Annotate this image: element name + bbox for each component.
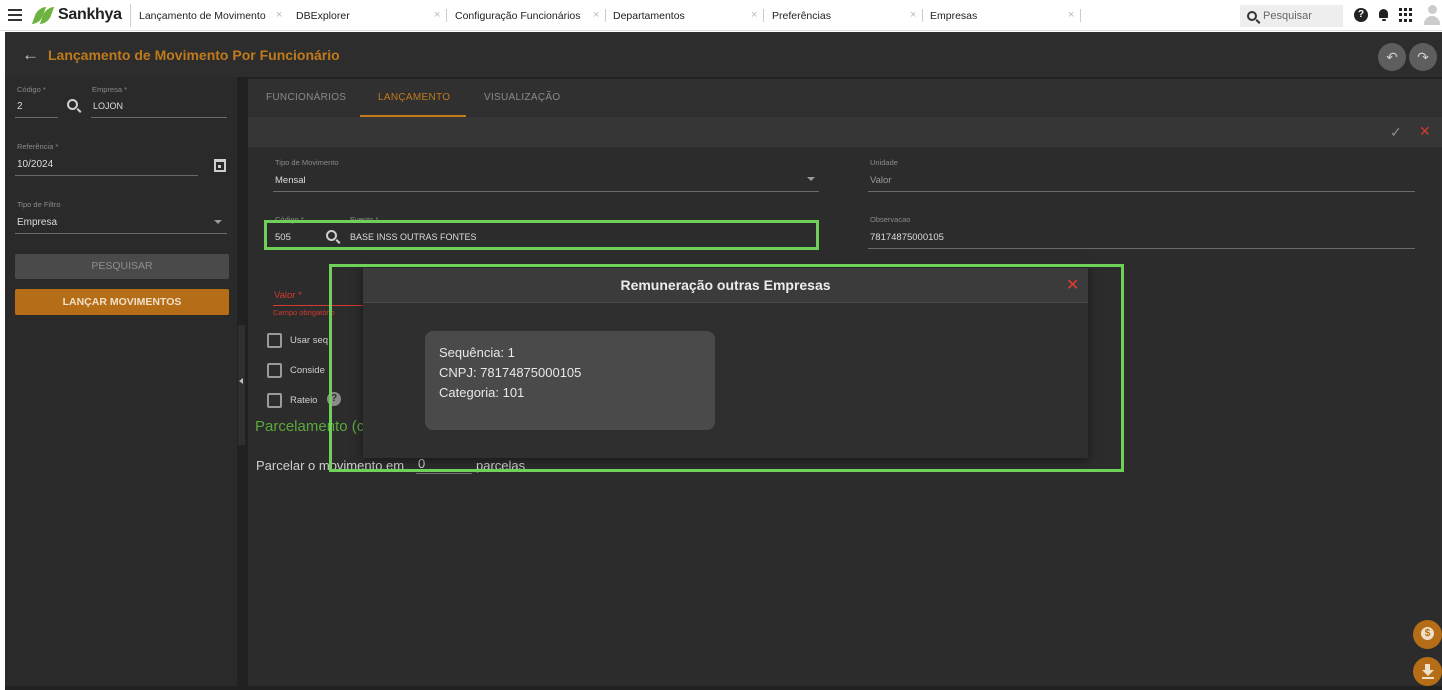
close-icon[interactable]: × xyxy=(751,9,757,21)
tab-label: Empresas xyxy=(930,9,978,22)
codigo-label: Código * xyxy=(17,85,46,94)
empresa-input[interactable]: LOJON xyxy=(93,101,123,111)
valor-error: Campo obrigatório xyxy=(273,308,335,317)
parcelas-label: parcelas xyxy=(476,458,526,473)
logo[interactable]: Sankhya xyxy=(31,6,122,24)
tipo-filtro-underline xyxy=(15,233,227,234)
help-icon[interactable]: ? xyxy=(327,392,341,406)
close-icon[interactable]: × xyxy=(910,9,916,21)
parcelas-input[interactable]: 0 xyxy=(416,456,472,474)
tab-lancamento-movimento[interactable]: Lançamento de Movimento xyxy=(130,4,266,27)
tab-label: Preferências xyxy=(772,9,831,22)
search-icon[interactable] xyxy=(326,230,337,241)
lancar-movimentos-button[interactable]: LANÇAR MOVIMENTOS xyxy=(15,289,229,315)
search-icon xyxy=(1247,11,1257,21)
observacao-underline xyxy=(868,248,1415,249)
empresa-underline xyxy=(91,117,227,118)
unidade-field: Valor xyxy=(870,175,892,186)
tipo-filtro-select[interactable]: Empresa xyxy=(17,217,57,228)
close-icon[interactable]: × xyxy=(1068,9,1074,21)
tab-label: Configuração Funcionários xyxy=(455,9,581,22)
tab-label: DBExplorer xyxy=(296,9,350,22)
tab-preferencias[interactable]: Preferências xyxy=(764,4,831,27)
empresa-label: Empresa * xyxy=(92,85,128,94)
unidade-label: Unidade xyxy=(870,158,898,167)
checkbox-usar-sequencia[interactable] xyxy=(267,333,282,348)
tipo-movimento-underline xyxy=(273,191,819,192)
unidade-underline xyxy=(868,191,1415,192)
sankhya-leaf-icon xyxy=(31,6,55,24)
chevron-down-icon[interactable] xyxy=(807,177,815,181)
tab-lancamento[interactable]: LANÇAMENTO xyxy=(378,92,450,103)
calendar-icon[interactable] xyxy=(214,159,226,172)
back-arrow-icon[interactable]: ← xyxy=(22,46,39,63)
valor-input[interactable] xyxy=(273,305,363,306)
tab-empresas[interactable]: Empresas xyxy=(922,4,977,27)
tab-label: Lançamento de Movimento xyxy=(139,9,266,22)
codigo-input[interactable]: 2 xyxy=(17,101,23,112)
search-placeholder: Pesquisar xyxy=(1263,10,1312,22)
apps-grid-icon[interactable] xyxy=(1399,8,1413,22)
help-icon[interactable]: ? xyxy=(1354,8,1368,22)
top-bar: Sankhya Lançamento de Movimento × DBExpl… xyxy=(0,0,1442,31)
close-icon[interactable]: × xyxy=(593,9,599,21)
evento-codigo-input[interactable]: 505 xyxy=(275,232,291,243)
brand-name: Sankhya xyxy=(58,6,122,23)
observacao-input[interactable]: 78174875000105 xyxy=(870,232,944,243)
evento-codigo-label: Código * xyxy=(275,215,304,224)
tab-funcionarios[interactable]: FUNCIONÁRIOS xyxy=(266,92,346,103)
tipo-movimento-select[interactable]: Mensal xyxy=(275,175,306,186)
panel-collapse-handle[interactable] xyxy=(238,325,245,445)
categoria-text: Categoria: 101 xyxy=(439,385,525,400)
chevron-down-icon[interactable] xyxy=(214,220,222,224)
observacao-label: Observacao xyxy=(870,215,911,224)
dollar-fab-icon[interactable] xyxy=(1413,620,1442,649)
checkbox-label: Conside xyxy=(290,365,325,376)
global-search[interactable]: Pesquisar xyxy=(1240,5,1343,27)
info-tooltip: Sequência: 1 CNPJ: 78174875000105 Catego… xyxy=(425,331,715,430)
checkbox-considerar[interactable] xyxy=(267,363,282,378)
tab-divider xyxy=(1080,9,1081,22)
tab-label: Departamentos xyxy=(613,9,685,22)
undo-button[interactable]: ↶ xyxy=(1378,43,1406,71)
evento-input[interactable]: BASE INSS OUTRAS FONTES xyxy=(350,232,477,242)
download-fab-icon[interactable] xyxy=(1413,657,1442,686)
checkbox-rateio[interactable] xyxy=(267,393,282,408)
user-avatar-icon[interactable] xyxy=(1424,5,1440,25)
evento-label: Evento * xyxy=(350,215,379,224)
tipo-filtro-label: Tipo de Filtro xyxy=(17,200,61,209)
form-action-bar xyxy=(248,117,1442,147)
menu-icon[interactable] xyxy=(8,9,22,21)
sequencia-text: Sequência: 1 xyxy=(439,345,515,360)
tipo-movimento-label: Tipo de Movimento xyxy=(275,158,339,167)
modal-title: Remuneração outras Empresas xyxy=(620,277,831,293)
close-icon[interactable]: ✕ xyxy=(1066,275,1079,295)
codigo-underline xyxy=(15,117,58,118)
chevron-left-icon[interactable] xyxy=(239,378,243,384)
confirm-icon[interactable]: ✓ xyxy=(1390,124,1402,141)
parcelamento-title: Parcelamento (c xyxy=(255,418,365,435)
referencia-underline xyxy=(15,175,198,176)
parcelar-label: Parcelar o movimento em xyxy=(256,458,405,473)
redo-button[interactable]: ↷ xyxy=(1409,43,1437,71)
referencia-label: Referência * xyxy=(17,142,59,151)
page-title: Lançamento de Movimento Por Funcionário xyxy=(48,47,340,63)
close-icon[interactable]: × xyxy=(434,9,440,21)
tab-departamentos[interactable]: Departamentos xyxy=(605,4,685,27)
checkbox-label: Usar seq xyxy=(290,335,329,346)
close-icon[interactable]: × xyxy=(276,9,282,21)
bell-icon[interactable] xyxy=(1377,8,1391,22)
cancel-icon[interactable]: ✕ xyxy=(1419,123,1431,140)
checkbox-label: Rateio xyxy=(290,395,318,406)
referencia-input[interactable]: 10/2024 xyxy=(17,159,53,170)
search-icon[interactable] xyxy=(67,99,78,110)
tab-dbexplorer[interactable]: DBExplorer xyxy=(288,4,350,27)
tab-visualizacao[interactable]: VISUALIZAÇÃO xyxy=(484,92,560,103)
valor-label: Valor * xyxy=(274,290,302,301)
pesquisar-button[interactable]: PESQUISAR xyxy=(15,254,229,279)
cnpj-text: CNPJ: 78174875000105 xyxy=(439,365,582,380)
tab-configuracao-funcionarios[interactable]: Configuração Funcionários xyxy=(447,4,581,27)
